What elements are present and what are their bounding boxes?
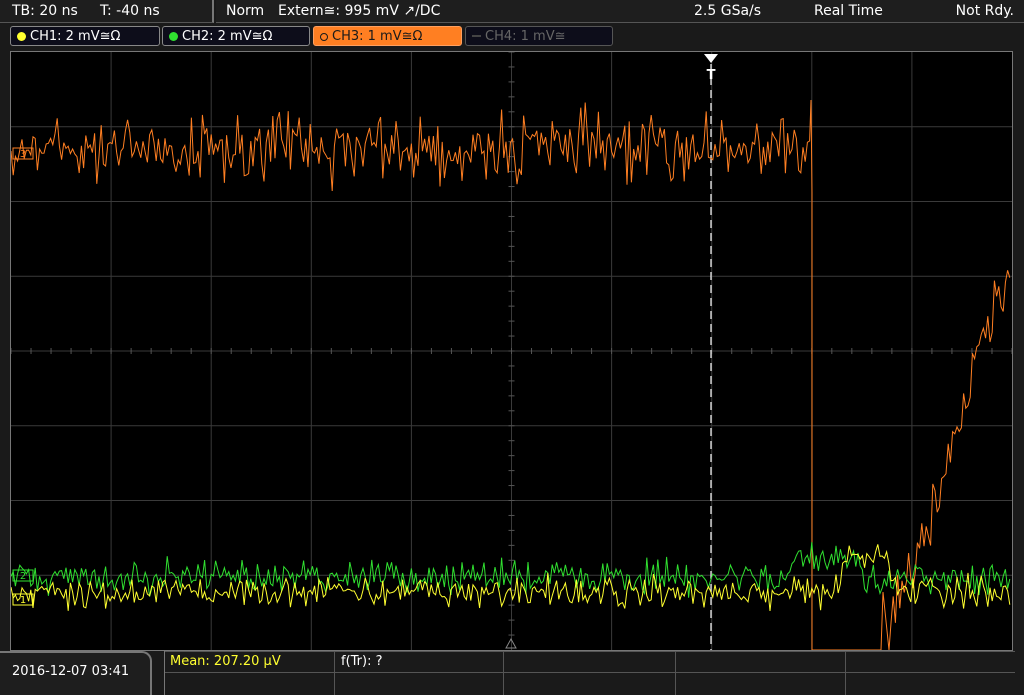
channel-tab-label: CH2: 2 mV≅Ω — [182, 29, 273, 44]
channel-tabs: CH1: 2 mV≅Ω CH2: 2 mV≅Ω CH3: 1 mV≅Ω CH4:… — [0, 26, 1024, 48]
channel-tab-ch1[interactable]: CH1: 2 mV≅Ω — [10, 26, 160, 46]
ch3-offset-label: 3 — [20, 149, 26, 160]
measurement-mean[interactable]: Mean: 207.20 µV — [170, 654, 281, 669]
datetime-panel: 2016-12-07 03:41 — [0, 651, 152, 695]
channel-tab-label: CH4: 1 mV≅ — [485, 29, 566, 44]
trigger-position-label: T — [707, 68, 716, 83]
measurement-panel[interactable]: Mean: 207.20 µV f(Tr): ? — [164, 651, 1015, 695]
traces — [11, 99, 1011, 650]
trigger-mode[interactable]: Norm — [226, 0, 264, 22]
timebase-panel[interactable]: TB: 20 ns T: -40 ns — [0, 0, 214, 23]
channel-tab-ch2[interactable]: CH2: 2 mV≅Ω — [162, 26, 310, 46]
ch2-offset-label: 2 — [20, 571, 26, 582]
sample-rate: 2.5 GSa/s — [694, 3, 762, 19]
ch2-indicator-icon — [169, 32, 178, 41]
channel-tab-ch3[interactable]: CH3: 1 mV≅Ω — [313, 26, 462, 46]
waveform-canvas: 3 2 1 T — [11, 52, 1012, 650]
channel-tab-ch4[interactable]: CH4: 1 mV≅ — [465, 26, 613, 46]
channel-tab-label: CH1: 2 mV≅Ω — [30, 29, 121, 44]
acquisition-mode[interactable]: Real Time — [814, 0, 883, 22]
timebase-value[interactable]: TB: 20 ns — [12, 0, 78, 22]
trigger-status-bar: Norm Extern≅: 995 mV ↗/DC 2.5 GSa/s Real… — [216, 0, 1024, 23]
measurement-frequency[interactable]: f(Tr): ? — [341, 654, 383, 669]
waveform-display[interactable]: 3 2 1 T — [10, 51, 1013, 651]
channel-tab-label: CH3: 1 mV≅Ω — [332, 29, 423, 44]
ch1-offset-label: 1 — [20, 595, 26, 606]
trigger-time-value[interactable]: T: -40 ns — [100, 0, 160, 22]
ch3-trace — [11, 99, 1011, 650]
acquisition-status: Not Rdy. — [955, 3, 1014, 19]
trigger-position-icon[interactable] — [704, 54, 718, 63]
trigger-source[interactable]: Extern≅: 995 mV ↗/DC — [278, 0, 440, 22]
ch4-indicator-icon — [472, 35, 481, 37]
datetime-value: 2016-12-07 03:41 — [12, 664, 130, 679]
ch1-indicator-icon — [17, 32, 26, 41]
ch3-indicator-icon — [320, 33, 328, 41]
